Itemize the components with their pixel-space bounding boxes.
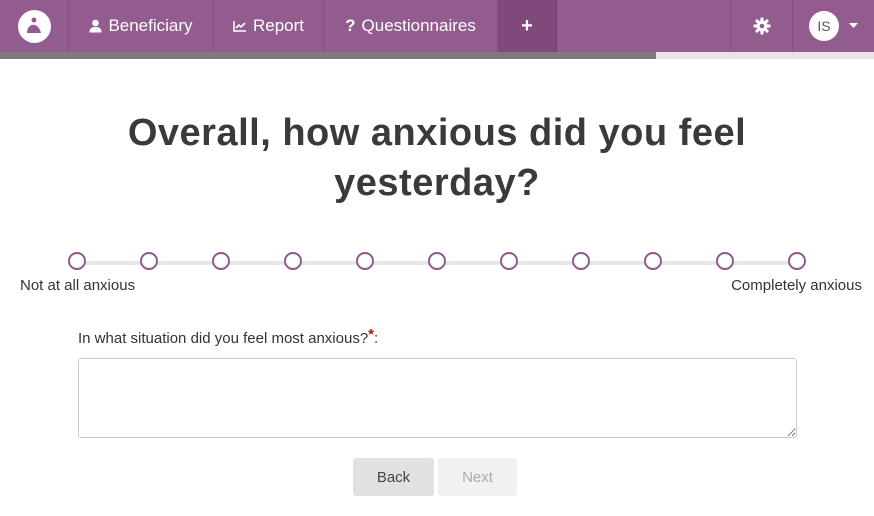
settings-button[interactable] [731, 0, 793, 52]
rating-option-5[interactable] [428, 252, 446, 270]
question-mark-icon: ? [345, 16, 356, 35]
nav-questionnaires[interactable]: ? Questionnaires [324, 0, 498, 52]
required-marker: * [368, 326, 375, 343]
logo-link[interactable] [0, 0, 69, 52]
rating-option-9[interactable] [716, 252, 734, 270]
rating-option-2[interactable] [212, 252, 230, 270]
rating-option-8[interactable] [644, 252, 662, 270]
user-menu[interactable]: IS [793, 0, 874, 52]
nav-report[interactable]: Report [214, 0, 324, 52]
nav-report-label: Report [252, 16, 305, 35]
followup-label-suffix: : [374, 330, 379, 347]
back-button[interactable]: Back [353, 458, 434, 496]
nav-beneficiary-label: Beneficiary [108, 16, 193, 35]
rating-option-7[interactable] [572, 252, 590, 270]
rating-option-1[interactable] [140, 252, 158, 270]
rating-option-10[interactable] [788, 252, 806, 270]
plus-icon: + [521, 14, 533, 37]
line-chart-icon [233, 21, 246, 32]
gear-icon [753, 17, 770, 35]
nav-beneficiary[interactable]: Beneficiary [69, 0, 214, 52]
rating-option-4[interactable] [356, 252, 374, 270]
user-icon [89, 19, 102, 33]
rating-option-3[interactable] [284, 252, 302, 270]
navbar-spacer [557, 0, 731, 52]
progress-bar [0, 52, 874, 59]
add-button[interactable]: + [498, 0, 557, 52]
followup-label-text: In what situation did you feel most anxi… [78, 330, 369, 347]
followup-answer-textarea[interactable] [78, 358, 797, 438]
rating-option-6[interactable] [500, 252, 518, 270]
rating-option-0[interactable] [68, 252, 86, 270]
avatar: IS [809, 11, 839, 41]
top-navbar: Beneficiary Report ? Questionnaires + IS [0, 0, 874, 52]
caret-down-icon [849, 23, 858, 28]
question-title: Overall, how anxious did you feel yester… [127, 112, 747, 204]
progress-bar-fill [0, 52, 656, 59]
next-button[interactable]: Next [438, 458, 517, 496]
scale-max-label: Completely anxious [731, 277, 862, 294]
app-logo-icon [17, 9, 51, 43]
scale-min-label: Not at all anxious [20, 277, 136, 294]
nav-questionnaires-label: Questionnaires [361, 16, 476, 35]
followup-label: In what situation did you feel most anxi… [78, 326, 379, 347]
